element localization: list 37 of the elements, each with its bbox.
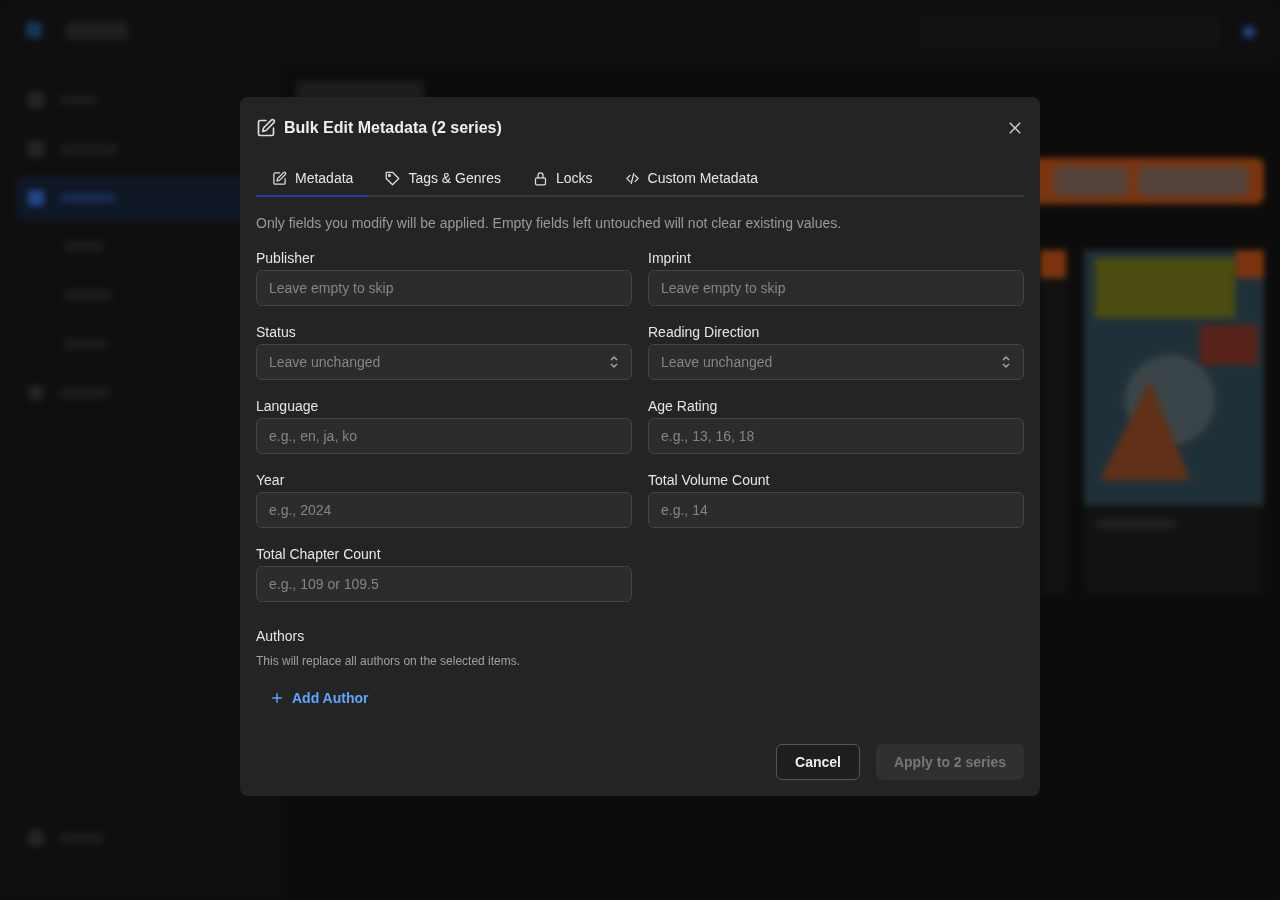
- field-label: Year: [256, 472, 286, 488]
- add-author-button[interactable]: Add Author: [256, 682, 383, 714]
- hint-text: This will replace all authors on the selected items.: [256, 654, 521, 668]
- input-field[interactable]: Leave empty to skip: [256, 270, 632, 306]
- field-label: Reading Direction: [648, 324, 761, 340]
- tag-icon: [385, 170, 401, 186]
- field-label: Status: [256, 324, 297, 340]
- lock-icon: [533, 170, 548, 186]
- chevron-icon: [609, 356, 619, 368]
- input-field[interactable]: e.g., 109 or 109.5: [256, 566, 632, 602]
- field-label: Publisher: [256, 250, 316, 266]
- field-label: Total Volume Count: [648, 472, 771, 488]
- edit-icon: [256, 118, 276, 138]
- code-icon: [624, 170, 640, 186]
- field-label: Language: [256, 398, 320, 414]
- plus-icon: [270, 691, 284, 705]
- field-label: Total Chapter Count: [256, 546, 382, 562]
- field-label: Age Rating: [648, 398, 719, 414]
- select-field[interactable]: Leave unchanged: [648, 344, 1024, 380]
- edit-icon: [272, 170, 287, 186]
- chevron-icon: [1001, 356, 1011, 368]
- select-field[interactable]: Leave unchanged: [256, 344, 632, 380]
- section-label: Authors: [256, 628, 305, 644]
- input-field[interactable]: e.g., 14: [648, 492, 1024, 528]
- tab[interactable]: Tags & Genres: [369, 162, 517, 197]
- input-field[interactable]: e.g., 13, 16, 18: [648, 418, 1024, 454]
- close-icon[interactable]: [1006, 119, 1024, 137]
- field-label: Imprint: [648, 250, 692, 266]
- info-text: Only fields you modify will be applied. Empty fields left untouched will not clear existing values.: [256, 215, 843, 231]
- tab[interactable]: Custom Metadata: [608, 162, 775, 197]
- dialog-title: Bulk Edit Metadata (2 series): [284, 119, 502, 137]
- tab[interactable]: Locks: [517, 162, 609, 197]
- input-field[interactable]: e.g., en, ja, ko: [256, 418, 632, 454]
- input-field[interactable]: e.g., 2024: [256, 492, 632, 528]
- tab[interactable]: Metadata: [256, 162, 370, 197]
- input-field[interactable]: Leave empty to skip: [648, 270, 1024, 306]
- cancel-button[interactable]: Cancel: [776, 744, 860, 780]
